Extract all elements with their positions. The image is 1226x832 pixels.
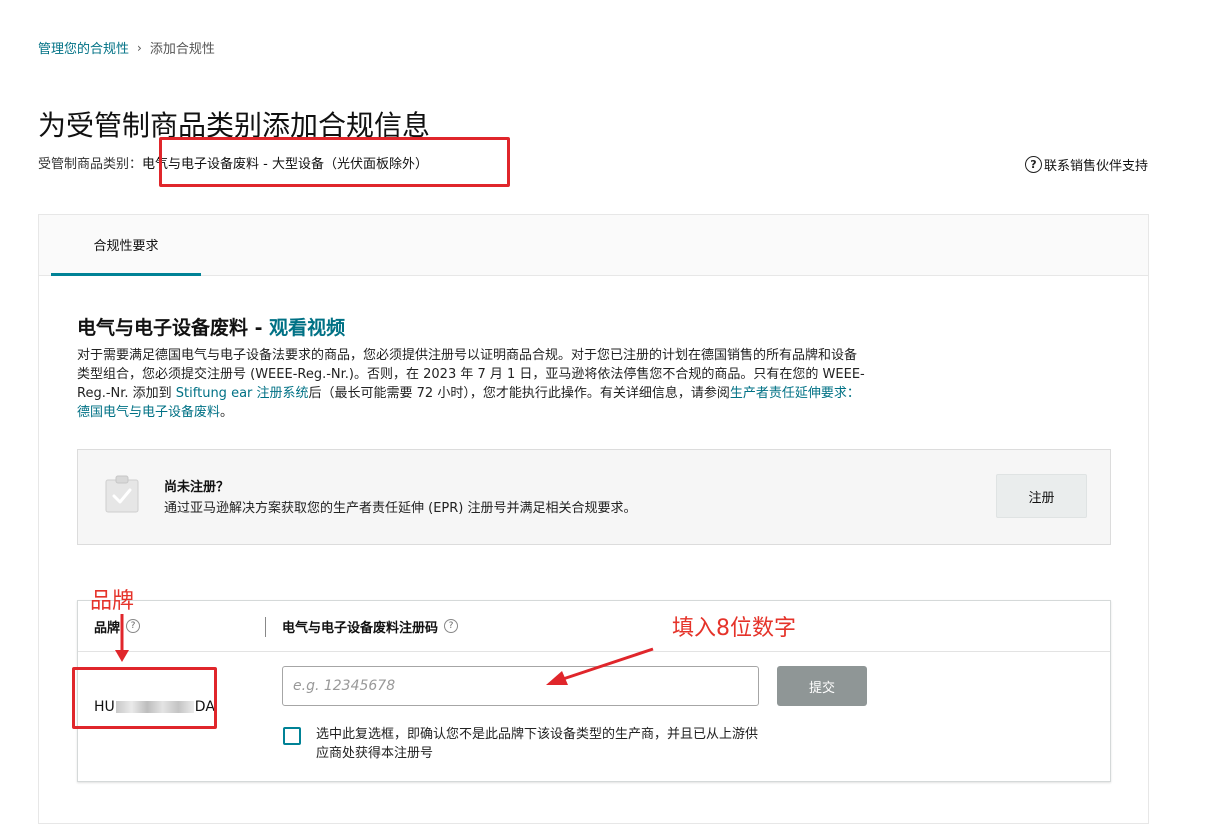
- registration-header-label: 电气与电子设备废料注册码: [282, 620, 439, 636]
- header-divider: [265, 617, 266, 637]
- contact-support-link[interactable]: ? 联系销售伙伴支持: [1024, 155, 1148, 174]
- annotation-brand-label: 品牌: [90, 589, 135, 614]
- category-label: 受管制商品类别：: [38, 157, 143, 172]
- section-title: 电气与电子设备废料 - 观看视频: [77, 313, 345, 340]
- checkbox-label: 选中此复选框，即确认您不是此品牌下该设备类型的生产商，并且已从上游供应商处获得本…: [316, 727, 759, 761]
- description-text-end: 。: [220, 405, 234, 420]
- tab-compliance-requirements[interactable]: 合规性要求: [51, 215, 201, 276]
- not-registered-notice: 尚未注册？ 通过亚马逊解决方案获取您的生产者责任延伸 (EPR) 注册号并满足相…: [77, 449, 1111, 545]
- submit-button[interactable]: 提交: [777, 666, 867, 706]
- watch-video-link[interactable]: 观看视频: [269, 317, 345, 339]
- stiftung-ear-link[interactable]: Stiftung ear 注册系统: [176, 386, 309, 401]
- annotation-highlight-box: [159, 137, 510, 187]
- description-text-2: 后（最长可能需要 72 小时），您才能执行此操作。有关详细信息，请参阅: [308, 386, 730, 401]
- section-title-text: 电气与电子设备废料 -: [77, 317, 270, 339]
- register-button[interactable]: 注册: [996, 474, 1087, 518]
- breadcrumb-manage-compliance-link[interactable]: 管理您的合规性: [38, 38, 129, 57]
- breadcrumb-current: 添加合规性: [149, 42, 215, 57]
- contact-support-label: 联系销售伙伴支持: [1043, 159, 1148, 174]
- clipboard-check-icon: [105, 475, 139, 513]
- registration-column-header: 电气与电子设备废料注册码 ?: [282, 601, 459, 651]
- tab-bar: 合规性要求: [39, 215, 1148, 276]
- annotation-down-arrow: [115, 614, 129, 662]
- annotation-pointer-arrow: [546, 647, 654, 685]
- breadcrumb: 管理您的合规性 › 添加合规性: [38, 38, 215, 58]
- weee-registration-input[interactable]: [282, 666, 759, 706]
- brand-registration-table: 品牌 ? 电气与电子设备废料注册码 ? HUDA 提交 选中此复选框，即确认您不…: [77, 600, 1111, 782]
- notice-title: 尚未注册？: [164, 480, 230, 495]
- section-description: 对于需要满足德国电气与电子设备法要求的商品，您必须提供注册号以证明商品合规。对于…: [77, 346, 867, 422]
- compliance-card: 合规性要求 电气与电子设备废料 - 观看视频 对于需要满足德国电气与电子设备法要…: [38, 214, 1149, 824]
- chevron-right-icon: ›: [137, 40, 142, 55]
- annotation-brand-box: [72, 667, 217, 729]
- notice-description: 通过亚马逊解决方案获取您的生产者责任延伸 (EPR) 注册号并满足相关合规要求。: [164, 501, 637, 516]
- annotation-fill-hint: 填入8位数字: [672, 616, 796, 641]
- help-circle-icon: ?: [1024, 156, 1042, 173]
- not-manufacturer-checkbox[interactable]: [283, 727, 301, 745]
- registration-help-icon[interactable]: ?: [444, 619, 459, 633]
